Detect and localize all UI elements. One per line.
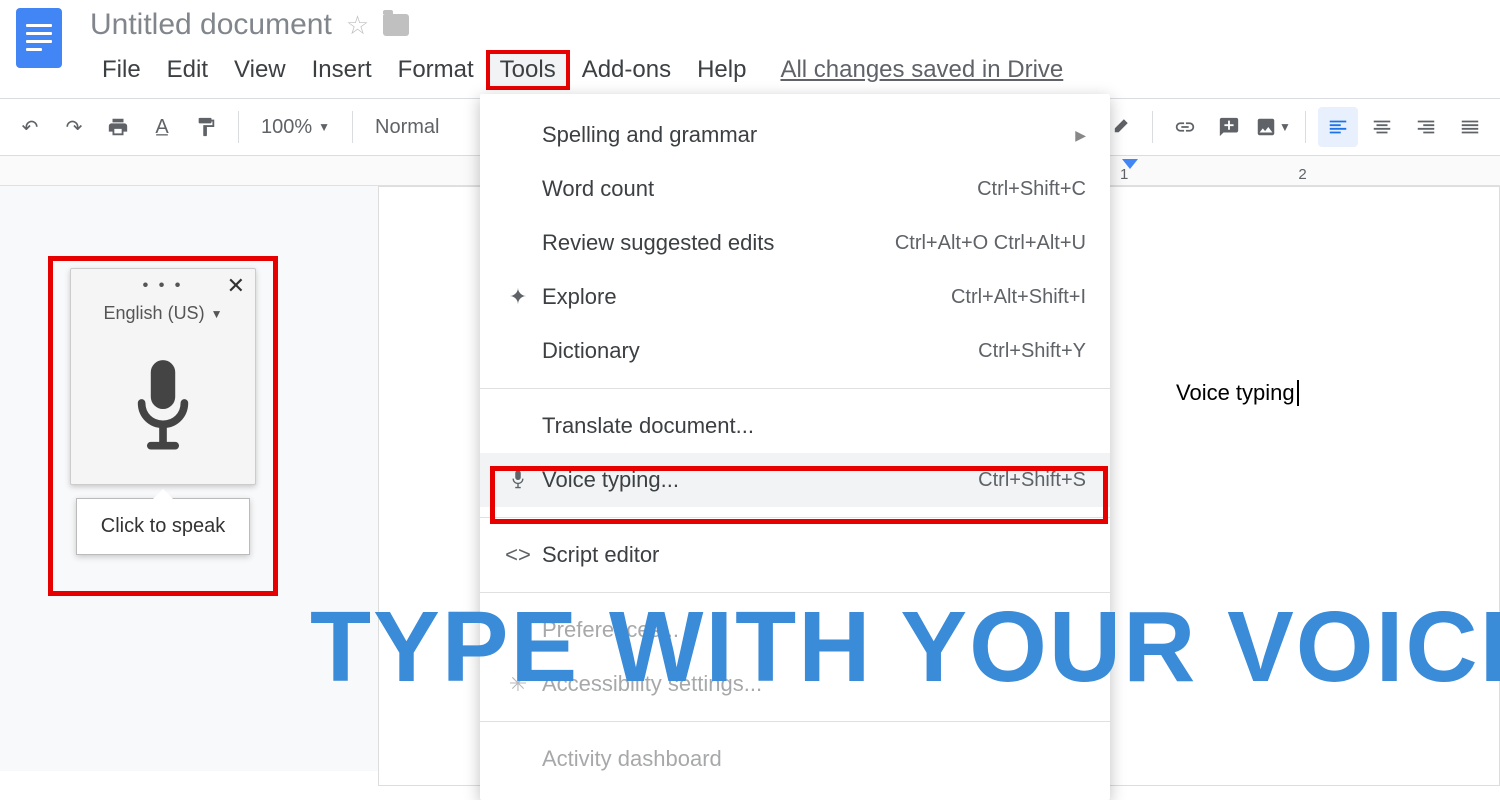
menu-edit[interactable]: Edit [155,52,220,88]
voice-typing-widget: • • • ✕ English (US)▼ [70,268,256,485]
paint-format-button[interactable] [186,107,226,147]
align-left-button[interactable] [1318,107,1358,147]
docs-app-icon[interactable] [16,8,62,68]
close-icon[interactable]: ✕ [227,273,245,299]
redo-button[interactable]: ↷ [54,107,94,147]
zoom-select[interactable]: 100%▼ [251,116,340,139]
insert-image-button[interactable]: ▼ [1253,107,1293,147]
ruler-mark: 2 [1298,166,1306,183]
menu-view[interactable]: View [222,52,298,88]
menu-item-spelling[interactable]: Spelling and grammar ▶ [480,108,1110,162]
microphone-icon [502,469,534,491]
menu-separator [480,721,1110,722]
menu-separator [480,517,1110,518]
insert-comment-button[interactable] [1209,107,1249,147]
menu-item-explore[interactable]: ✦ Explore Ctrl+Alt+Shift+I [480,270,1110,324]
menu-insert[interactable]: Insert [300,52,384,88]
align-justify-button[interactable] [1450,107,1490,147]
separator [352,111,353,143]
print-button[interactable] [98,107,138,147]
menu-addons[interactable]: Add-ons [570,52,683,88]
microphone-icon [123,354,203,464]
menu-item-voice-typing[interactable]: Voice typing... Ctrl+Shift+S [480,453,1110,507]
menu-item-review[interactable]: Review suggested edits Ctrl+Alt+O Ctrl+A… [480,216,1110,270]
menu-tools[interactable]: Tools [488,52,568,88]
undo-button[interactable]: ↶ [10,107,50,147]
menu-separator [480,388,1110,389]
explore-icon: ✦ [502,284,534,310]
ruler-mark: 1 [1120,166,1128,183]
separator [1305,111,1306,143]
drag-handle-icon[interactable]: • • • [143,277,184,295]
menu-format[interactable]: Format [386,52,486,88]
menu-file[interactable]: File [90,52,153,88]
menu-item-dictionary[interactable]: Dictionary Ctrl+Shift+Y [480,324,1110,378]
menu-item-script-editor[interactable]: <> Script editor [480,528,1110,582]
menu-item-activity[interactable]: Activity dashboard [480,732,1110,786]
menu-help[interactable]: Help [685,52,758,88]
menu-item-wordcount[interactable]: Word count Ctrl+Shift+C [480,162,1110,216]
submenu-arrow-icon: ▶ [1075,127,1086,144]
document-text[interactable]: Voice typing [1176,380,1299,406]
spellcheck-button[interactable]: A̲ [142,107,182,147]
separator [1152,111,1153,143]
align-right-button[interactable] [1406,107,1446,147]
language-select[interactable]: English (US)▼ [71,303,255,334]
save-status[interactable]: All changes saved in Drive [780,56,1063,84]
paragraph-style-select[interactable]: Normal [365,116,449,139]
star-icon[interactable]: ☆ [346,10,369,41]
move-folder-icon[interactable] [383,14,409,36]
document-title[interactable]: Untitled document [90,8,332,42]
separator [238,111,239,143]
menu-item-translate[interactable]: Translate document... [480,399,1110,453]
microphone-button[interactable] [71,334,255,484]
text-cursor-icon [1297,380,1299,406]
code-icon: <> [502,542,534,568]
annotation-caption: TYPE WITH YOUR VOICE [310,590,1500,705]
insert-link-button[interactable] [1165,107,1205,147]
voice-tooltip: Click to speak [76,498,250,555]
align-center-button[interactable] [1362,107,1402,147]
